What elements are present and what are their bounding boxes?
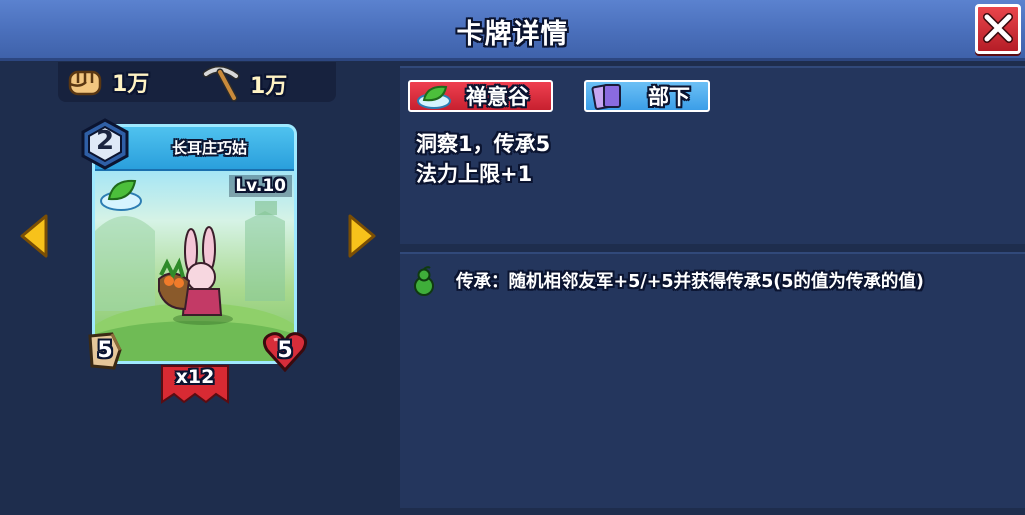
pickaxe-icon — [202, 66, 240, 102]
resource-pickaxe: 1万 — [200, 66, 287, 102]
close-icon — [983, 13, 1013, 43]
header-bar: 卡牌详情 — [0, 0, 1025, 61]
stat-line-2: 法力上限+1 — [416, 162, 533, 186]
fist-value: 1万 — [112, 72, 150, 97]
fist-icon — [68, 70, 102, 96]
tag-faction[interactable]: 禅意谷 — [408, 80, 553, 112]
card-health: 5 — [277, 338, 293, 363]
card-cost: 2 — [95, 126, 115, 156]
tag-faction-label: 禅意谷 — [466, 85, 529, 109]
tag-type[interactable]: 部下 — [584, 80, 710, 112]
card-quantity: x12 — [175, 366, 215, 388]
resource-bar: 1万 1万 — [58, 62, 336, 102]
cards-icon — [591, 84, 621, 110]
close-button[interactable] — [975, 4, 1021, 54]
pickaxe-value: 1万 — [250, 74, 288, 99]
card-name: 长耳庄巧姑 — [171, 139, 247, 157]
prev-card-arrow-icon[interactable] — [18, 212, 50, 260]
card-attack: 5 — [97, 338, 113, 363]
tag-type-label: 部下 — [648, 85, 690, 109]
skill-description: 传承：随机相邻友军+5/+5并获得传承5(5的值为传承的值) — [456, 272, 924, 292]
gourd-icon — [414, 266, 434, 296]
next-card-arrow-icon[interactable] — [346, 212, 378, 260]
resource-fist: 1万 — [66, 66, 149, 98]
page-title: 卡牌详情 — [456, 19, 569, 50]
stat-line-1: 洞察1，传承5 — [416, 132, 551, 156]
leaf-icon — [417, 85, 451, 109]
